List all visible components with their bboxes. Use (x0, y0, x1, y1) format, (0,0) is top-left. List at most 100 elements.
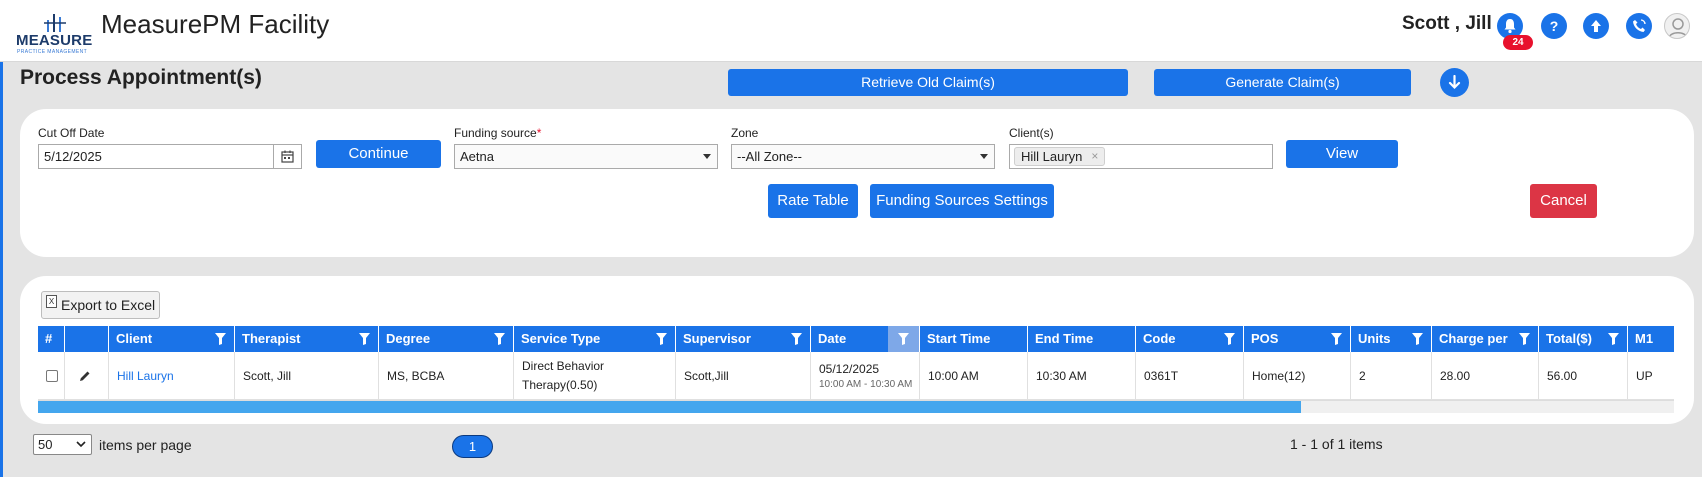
required-marker: * (536, 126, 542, 140)
client-link[interactable]: Hill Lauryn (117, 369, 174, 383)
clients-multiselect[interactable]: Hill Lauryn × (1009, 144, 1273, 169)
pager-info: 1 - 1 of 1 items (1290, 436, 1383, 452)
export-to-excel-button[interactable]: X Export to Excel (41, 291, 160, 319)
user-name[interactable]: Scott , Jill (1402, 13, 1492, 35)
column-header-edit (65, 326, 109, 352)
app-title: MeasurePM Facility (101, 9, 330, 39)
funding-source-value: Aetna (460, 149, 494, 164)
filter-icon[interactable] (656, 333, 667, 345)
help-icon[interactable]: ? (1541, 13, 1567, 39)
column-header-date-label: Date (818, 331, 847, 346)
supervisor-cell: Scott,Jill (676, 352, 811, 400)
cutoff-date-value: 5/12/2025 (44, 149, 102, 164)
column-header-therapist[interactable]: Therapist (235, 326, 379, 352)
generate-claims-button[interactable]: Generate Claim(s) (1154, 69, 1411, 96)
cutoff-date-input[interactable]: 5/12/2025 (38, 144, 302, 169)
pos-cell: Home(12) (1244, 352, 1351, 400)
funding-source-select[interactable]: Aetna (454, 144, 718, 169)
logo-wordmark: MEASURE (16, 32, 93, 49)
filter-icon[interactable] (1224, 333, 1235, 345)
column-header-m1[interactable]: M1 (1628, 326, 1674, 352)
funding-sources-settings-button[interactable]: Funding Sources Settings (870, 184, 1054, 218)
cancel-button[interactable]: Cancel (1530, 184, 1597, 218)
filter-icon[interactable] (494, 333, 505, 345)
chevron-down-icon (703, 154, 711, 159)
calendar-icon[interactable] (273, 145, 301, 168)
column-header-units[interactable]: Units (1351, 326, 1432, 352)
column-header-number[interactable]: # (38, 326, 65, 352)
filter-icon[interactable] (1608, 333, 1619, 345)
retrieve-old-claims-button[interactable]: Retrieve Old Claim(s) (728, 69, 1128, 96)
zone-label: Zone (731, 126, 759, 140)
therapist-cell: Scott, Jill (235, 352, 379, 400)
cutoff-date-label: Cut Off Date (38, 126, 105, 140)
zone-value: --All Zone-- (737, 149, 803, 164)
chip-remove-icon[interactable]: × (1091, 148, 1098, 165)
upload-icon[interactable] (1583, 13, 1609, 39)
column-header-charge-per-label: Charge per (1439, 331, 1508, 346)
filter-icon[interactable] (1331, 333, 1342, 345)
column-header-service-type-label: Service Type (521, 331, 601, 346)
funding-source-label: Funding source* (454, 126, 541, 140)
filter-icon[interactable] (215, 333, 226, 345)
scrollbar-thumb[interactable] (38, 401, 1301, 413)
left-accent-bar (0, 62, 3, 477)
filter-icon[interactable] (791, 333, 802, 345)
column-header-client[interactable]: Client (109, 326, 235, 352)
row-checkbox[interactable] (46, 370, 58, 382)
table-row[interactable]: Hill Lauryn Scott, Jill MS, BCBA Direct … (38, 352, 1674, 400)
column-header-end-time[interactable]: End Time (1028, 326, 1136, 352)
column-header-therapist-label: Therapist (242, 331, 301, 346)
end-time-cell: 10:30 AM (1028, 352, 1136, 400)
logo-tagline: PRACTICE MANAGEMENT (17, 49, 88, 55)
column-header-units-label: Units (1358, 331, 1391, 346)
column-header-service-type[interactable]: Service Type (514, 326, 676, 352)
active-filter-icon[interactable] (888, 326, 919, 352)
filter-icon[interactable] (1412, 333, 1423, 345)
total-cell: 56.00 (1539, 352, 1628, 400)
row-edit-cell (65, 352, 109, 400)
column-header-pos[interactable]: POS (1244, 326, 1351, 352)
column-header-code[interactable]: Code (1136, 326, 1244, 352)
page-size-select[interactable]: 50 (33, 434, 92, 455)
column-header-charge-per[interactable]: Charge per (1432, 326, 1539, 352)
phone-icon[interactable] (1626, 13, 1652, 39)
view-button[interactable]: View (1286, 140, 1398, 168)
client-cell: Hill Lauryn (109, 352, 235, 400)
column-header-degree[interactable]: Degree (379, 326, 514, 352)
continue-button[interactable]: Continue (316, 140, 441, 168)
date-value: 05/12/2025 (819, 362, 880, 376)
notification-count-badge[interactable]: 24 (1503, 35, 1533, 50)
code-cell: 0361T (1136, 352, 1244, 400)
user-avatar-icon[interactable] (1664, 13, 1690, 39)
measure-logo[interactable]: MEASURE PRACTICE MANAGEMENT (16, 12, 96, 55)
column-header-pos-label: POS (1251, 331, 1279, 346)
client-chip-label: Hill Lauryn (1021, 149, 1083, 164)
filter-icon[interactable] (359, 333, 370, 345)
column-header-degree-label: Degree (386, 331, 431, 346)
chevron-down-icon (980, 154, 988, 159)
column-header-supervisor[interactable]: Supervisor (676, 326, 811, 352)
filter-icon[interactable] (1519, 333, 1530, 345)
scroll-down-icon[interactable] (1440, 68, 1469, 97)
app-header: MEASURE PRACTICE MANAGEMENT MeasurePM Fa… (0, 0, 1702, 62)
column-header-start-time[interactable]: Start Time (920, 326, 1028, 352)
column-header-total[interactable]: Total($) (1539, 326, 1628, 352)
page-1-button[interactable]: 1 (452, 435, 493, 458)
horizontal-scrollbar[interactable] (38, 400, 1674, 413)
column-header-supervisor-label: Supervisor (683, 331, 751, 346)
grid-header: # Client Therapist Degree Service Type S… (38, 326, 1674, 352)
page-title: Process Appointment(s) (20, 66, 262, 89)
logo-mark-icon (44, 14, 66, 32)
charge-per-cell: 28.00 (1432, 352, 1539, 400)
excel-icon: X (46, 295, 57, 308)
export-to-excel-label: Export to Excel (61, 297, 156, 313)
column-header-date[interactable]: Date (811, 326, 920, 352)
pencil-icon[interactable] (79, 370, 91, 382)
rate-table-button[interactable]: Rate Table (768, 184, 858, 218)
funding-source-label-text: Funding source (454, 126, 537, 140)
zone-select[interactable]: --All Zone-- (731, 144, 995, 169)
date-cell: 05/12/2025 10:00 AM - 10:30 AM (811, 352, 920, 400)
row-select-cell (38, 352, 65, 400)
client-chip[interactable]: Hill Lauryn × (1014, 147, 1106, 166)
